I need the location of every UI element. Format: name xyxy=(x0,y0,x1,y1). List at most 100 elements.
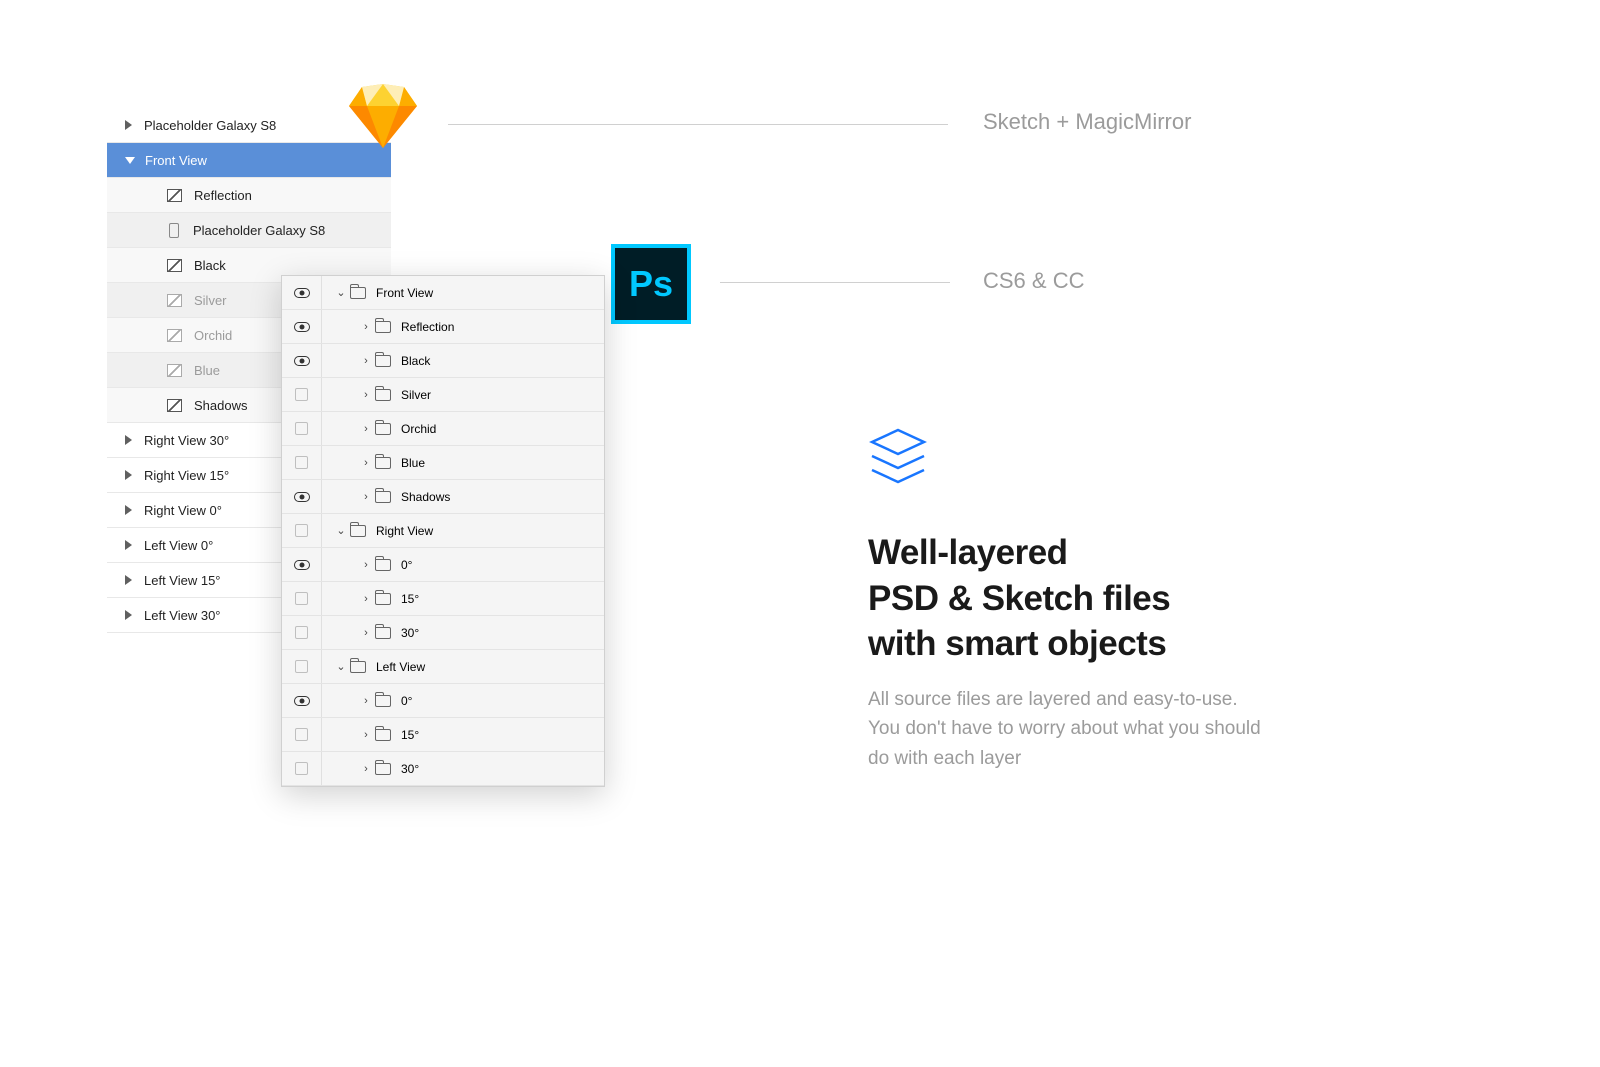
ps-icon-text: Ps xyxy=(629,263,673,305)
disclosure-triangle-icon[interactable] xyxy=(125,575,132,585)
layer-row[interactable]: ›15° xyxy=(282,582,604,616)
layer-label: 30° xyxy=(401,762,419,776)
chevron-down-icon[interactable]: ⌄ xyxy=(332,524,350,537)
folder-icon xyxy=(350,661,366,673)
folder-icon xyxy=(375,321,391,333)
chevron-right-icon[interactable]: › xyxy=(357,763,375,775)
layer-label: Silver xyxy=(401,388,431,402)
headline-line: PSD & Sketch files xyxy=(868,579,1170,618)
headline-line: with smart objects xyxy=(868,624,1166,663)
layer-label: Right View 15° xyxy=(144,468,229,483)
layer-label: Front View xyxy=(376,286,433,300)
visibility-eye-icon[interactable] xyxy=(294,288,310,298)
visibility-eye-icon[interactable] xyxy=(294,696,310,706)
visibility-checkbox[interactable] xyxy=(295,524,308,537)
layer-label: Blue xyxy=(401,456,425,470)
folder-icon xyxy=(375,355,391,367)
disclosure-triangle-icon[interactable] xyxy=(125,120,132,130)
visibility-eye-icon[interactable] xyxy=(294,322,310,332)
chevron-right-icon[interactable]: › xyxy=(357,389,375,401)
layer-label: Left View 0° xyxy=(144,538,213,553)
chevron-right-icon[interactable]: › xyxy=(357,355,375,367)
chevron-right-icon[interactable]: › xyxy=(357,627,375,639)
chevron-right-icon[interactable]: › xyxy=(357,593,375,605)
disclosure-triangle-icon[interactable] xyxy=(125,470,132,480)
layer-row[interactable]: › Black xyxy=(282,344,604,378)
layer-label: Silver xyxy=(194,293,227,308)
layer-row[interactable]: › Orchid xyxy=(282,412,604,446)
layer-label: Shadows xyxy=(194,398,247,413)
visibility-checkbox[interactable] xyxy=(295,592,308,605)
visibility-checkbox[interactable] xyxy=(295,456,308,469)
folder-icon xyxy=(375,491,391,503)
chevron-right-icon[interactable]: › xyxy=(357,321,375,333)
layer-label: Blue xyxy=(194,363,220,378)
disclosure-triangle-icon[interactable] xyxy=(125,610,132,620)
layer-row[interactable]: ›0° xyxy=(282,684,604,718)
visibility-checkbox[interactable] xyxy=(295,388,308,401)
chevron-right-icon[interactable]: › xyxy=(357,423,375,435)
folder-icon xyxy=(375,729,391,741)
folder-icon xyxy=(375,423,391,435)
layer-row[interactable]: › 30° xyxy=(282,752,604,786)
visibility-checkbox[interactable] xyxy=(295,422,308,435)
layer-row[interactable]: ⌄ Left View xyxy=(282,650,604,684)
layer-row[interactable]: Placeholder Galaxy S8 xyxy=(107,213,391,248)
folder-icon xyxy=(375,763,391,775)
layer-label: Orchid xyxy=(194,328,232,343)
folder-icon xyxy=(350,525,366,537)
folder-icon xyxy=(375,389,391,401)
visibility-eye-icon[interactable] xyxy=(294,560,310,570)
visibility-eye-icon[interactable] xyxy=(294,356,310,366)
photoshop-caption: CS6 & CC xyxy=(983,268,1084,294)
layer-label: Black xyxy=(401,354,430,368)
separator-line xyxy=(720,282,950,283)
layer-row[interactable]: ›Reflection xyxy=(282,310,604,344)
folder-icon xyxy=(350,287,366,299)
disclosure-triangle-open-icon[interactable] xyxy=(125,157,135,164)
layer-row[interactable]: › Silver xyxy=(282,378,604,412)
image-layer-icon xyxy=(167,364,182,377)
layer-label: Left View xyxy=(376,660,425,674)
layer-row[interactable]: Reflection xyxy=(107,178,391,213)
photoshop-layers-panel: ⌄ Front View ›Reflection › Black › Silver ›… xyxy=(281,275,605,787)
layer-row[interactable]: ›15° xyxy=(282,718,604,752)
layer-row[interactable]: ⌄Right View xyxy=(282,514,604,548)
layer-label: Front View xyxy=(145,153,207,168)
layer-label: 0° xyxy=(401,558,412,572)
disclosure-triangle-icon[interactable] xyxy=(125,505,132,515)
visibility-checkbox[interactable] xyxy=(295,660,308,673)
chevron-right-icon[interactable]: › xyxy=(357,457,375,469)
placeholder-layer-icon xyxy=(169,223,179,238)
sketch-caption: Sketch + MagicMirror xyxy=(983,109,1191,135)
chevron-right-icon[interactable]: › xyxy=(357,559,375,571)
sketch-app-icon xyxy=(347,84,419,150)
chevron-right-icon[interactable]: › xyxy=(357,695,375,707)
visibility-checkbox[interactable] xyxy=(295,626,308,639)
chevron-down-icon[interactable]: ⌄ xyxy=(332,286,350,299)
layers-stack-icon xyxy=(868,428,928,488)
folder-icon xyxy=(375,559,391,571)
layer-row[interactable]: ›Shadows xyxy=(282,480,604,514)
layer-row[interactable]: › 0° xyxy=(282,548,604,582)
headline: Well-layered PSD & Sketch files with sma… xyxy=(868,530,1170,667)
disclosure-triangle-icon[interactable] xyxy=(125,540,132,550)
visibility-eye-icon[interactable] xyxy=(294,492,310,502)
folder-icon xyxy=(375,695,391,707)
layer-label: Placeholder Galaxy S8 xyxy=(144,118,276,133)
layer-row[interactable]: › 30° xyxy=(282,616,604,650)
layer-label: Orchid xyxy=(401,422,436,436)
chevron-right-icon[interactable]: › xyxy=(357,491,375,503)
visibility-checkbox[interactable] xyxy=(295,762,308,775)
layer-row[interactable]: › Blue xyxy=(282,446,604,480)
image-layer-icon xyxy=(167,189,182,202)
chevron-down-icon[interactable]: ⌄ xyxy=(332,660,350,673)
chevron-right-icon[interactable]: › xyxy=(357,729,375,741)
layer-label: Left View 15° xyxy=(144,573,221,588)
disclosure-triangle-icon[interactable] xyxy=(125,435,132,445)
image-layer-icon xyxy=(167,399,182,412)
layer-label: 30° xyxy=(401,626,419,640)
visibility-checkbox[interactable] xyxy=(295,728,308,741)
photoshop-app-icon: Ps xyxy=(611,244,691,324)
layer-row[interactable]: ⌄ Front View xyxy=(282,276,604,310)
